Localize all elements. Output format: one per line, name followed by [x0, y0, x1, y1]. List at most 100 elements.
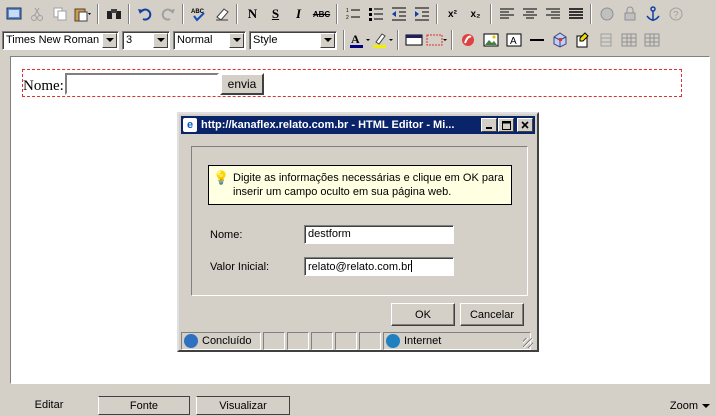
toolbar-separator	[236, 4, 238, 24]
paste-icon[interactable]	[71, 3, 94, 26]
minimize-button[interactable]	[481, 118, 497, 132]
zoom-select[interactable]: Zoom	[670, 400, 710, 412]
insert-form-icon[interactable]	[402, 29, 425, 52]
outdent-icon[interactable]	[387, 3, 410, 26]
close-button[interactable]	[517, 118, 533, 132]
flash-icon[interactable]	[456, 29, 479, 52]
eraser-icon[interactable]	[210, 3, 233, 26]
text-box-icon[interactable]: A	[502, 29, 525, 52]
ie-icon: e	[183, 118, 197, 132]
table-props-icon[interactable]	[594, 29, 617, 52]
dialog-titlebar[interactable]: e http://kanaflex.relato.com.br - HTML E…	[181, 116, 535, 134]
image-icon[interactable]	[479, 29, 502, 52]
status-slot	[287, 332, 309, 350]
view-tabs: Editar Fonte Visualizar Zoom	[0, 396, 716, 416]
globe-icon	[386, 334, 400, 348]
chevron-down-icon	[320, 32, 335, 48]
table-grid-icon[interactable]	[640, 29, 663, 52]
status-slot	[263, 332, 285, 350]
align-center-icon[interactable]	[518, 3, 541, 26]
underline-button[interactable]: S	[264, 3, 287, 26]
maximize-button[interactable]	[498, 118, 514, 132]
ok-button[interactable]: OK	[391, 303, 455, 326]
font-select-value: Times New Roman	[6, 34, 100, 46]
anchor-icon[interactable]	[641, 3, 664, 26]
page-icon	[184, 334, 198, 348]
tab-editar[interactable]: Editar	[0, 396, 98, 415]
chevron-down-icon	[229, 32, 244, 48]
cancel-button[interactable]: Cancelar	[460, 303, 524, 326]
hidden-field-dialog: e http://kanaflex.relato.com.br - HTML E…	[177, 112, 539, 352]
toggle-view-icon[interactable]	[2, 3, 25, 26]
svg-text:A: A	[510, 36, 517, 47]
toolbar-separator	[436, 4, 438, 24]
dialog-panel: 💡 Digite as informações necessárias e cl…	[191, 146, 528, 296]
toolbar-separator	[397, 30, 399, 50]
font-color-icon[interactable]: A	[348, 29, 371, 52]
info-text: Digite as informações necessárias e cliq…	[233, 172, 504, 198]
dialog-statusbar: Concluído Internet	[181, 332, 535, 350]
toolbar-separator	[182, 4, 184, 24]
bold-button[interactable]: N	[241, 3, 264, 26]
cut-icon[interactable]	[25, 3, 48, 26]
tab-fonte[interactable]: Fonte	[98, 396, 190, 415]
horizontal-rule-icon[interactable]	[525, 29, 548, 52]
size-select[interactable]: 3	[122, 30, 170, 50]
bullet-list-icon[interactable]	[364, 3, 387, 26]
status-slot	[359, 332, 381, 350]
svg-text:2: 2	[346, 15, 349, 21]
info-box: 💡 Digite as informações necessárias e cl…	[208, 165, 512, 205]
superscript-button[interactable]: x²	[441, 3, 464, 26]
toolbar-separator	[336, 4, 338, 24]
status-cell: Concluído	[181, 332, 261, 350]
indent-icon[interactable]	[410, 3, 433, 26]
align-right-icon[interactable]	[541, 3, 564, 26]
undo-icon[interactable]	[133, 3, 156, 26]
tab-visualizar[interactable]: Visualizar	[196, 396, 290, 415]
special-char-icon[interactable]	[548, 29, 571, 52]
find-icon[interactable]	[102, 3, 125, 26]
toolbar-separator	[343, 30, 345, 50]
properties-icon[interactable]	[571, 29, 594, 52]
redo-icon[interactable]	[156, 3, 179, 26]
align-left-icon[interactable]	[495, 3, 518, 26]
name-field[interactable]: destform	[304, 225, 454, 244]
form-field-icon[interactable]	[425, 29, 448, 52]
initial-value-field[interactable]: relato@relato.com.br	[304, 257, 454, 276]
spellcheck-icon[interactable]: ABC	[187, 3, 210, 26]
form-text-input[interactable]	[65, 73, 219, 95]
svg-text:A: A	[351, 32, 360, 46]
toolbar-separator	[128, 4, 130, 24]
initial-value-text: relato@relato.com.br	[308, 261, 411, 273]
format-select[interactable]: Normal	[173, 30, 246, 50]
insert-table-icon[interactable]	[617, 29, 640, 52]
toolbar-separator	[451, 30, 453, 50]
resize-grip-icon[interactable]	[523, 338, 533, 348]
justify-icon[interactable]	[564, 3, 587, 26]
numbered-list-icon[interactable]: 12	[341, 3, 364, 26]
highlight-color-icon[interactable]	[371, 29, 394, 52]
zoom-label: Zoom	[669, 400, 698, 412]
subscript-button[interactable]: x₂	[464, 3, 487, 26]
name-label: Nome:	[210, 229, 243, 241]
help-icon[interactable]: ?	[664, 3, 687, 26]
status-text: Concluído	[202, 335, 252, 347]
zone-text: Internet	[404, 335, 442, 347]
toolbar-main: ABC N S I ABC 12 x² x₂ ?	[0, 0, 716, 28]
status-slot	[335, 332, 357, 350]
font-select[interactable]: Times New Roman	[2, 30, 119, 50]
svg-text:1: 1	[346, 8, 349, 14]
italic-button[interactable]: I	[287, 3, 310, 26]
globe-link-icon[interactable]	[595, 3, 618, 26]
svg-text:?: ?	[673, 10, 679, 21]
form-outline[interactable]: Nome: envia	[22, 69, 682, 97]
submit-button[interactable]: envia	[220, 73, 264, 95]
zone-cell: Internet	[383, 332, 531, 350]
dialog-title: http://kanaflex.relato.com.br - HTML Edi…	[201, 119, 455, 131]
unlink-icon[interactable]	[618, 3, 641, 26]
strikethrough-button[interactable]: ABC	[310, 3, 333, 26]
size-select-value: 3	[126, 34, 133, 46]
toolbar-separator	[590, 4, 592, 24]
copy-icon[interactable]	[48, 3, 71, 26]
style-select[interactable]: Style	[249, 30, 337, 50]
